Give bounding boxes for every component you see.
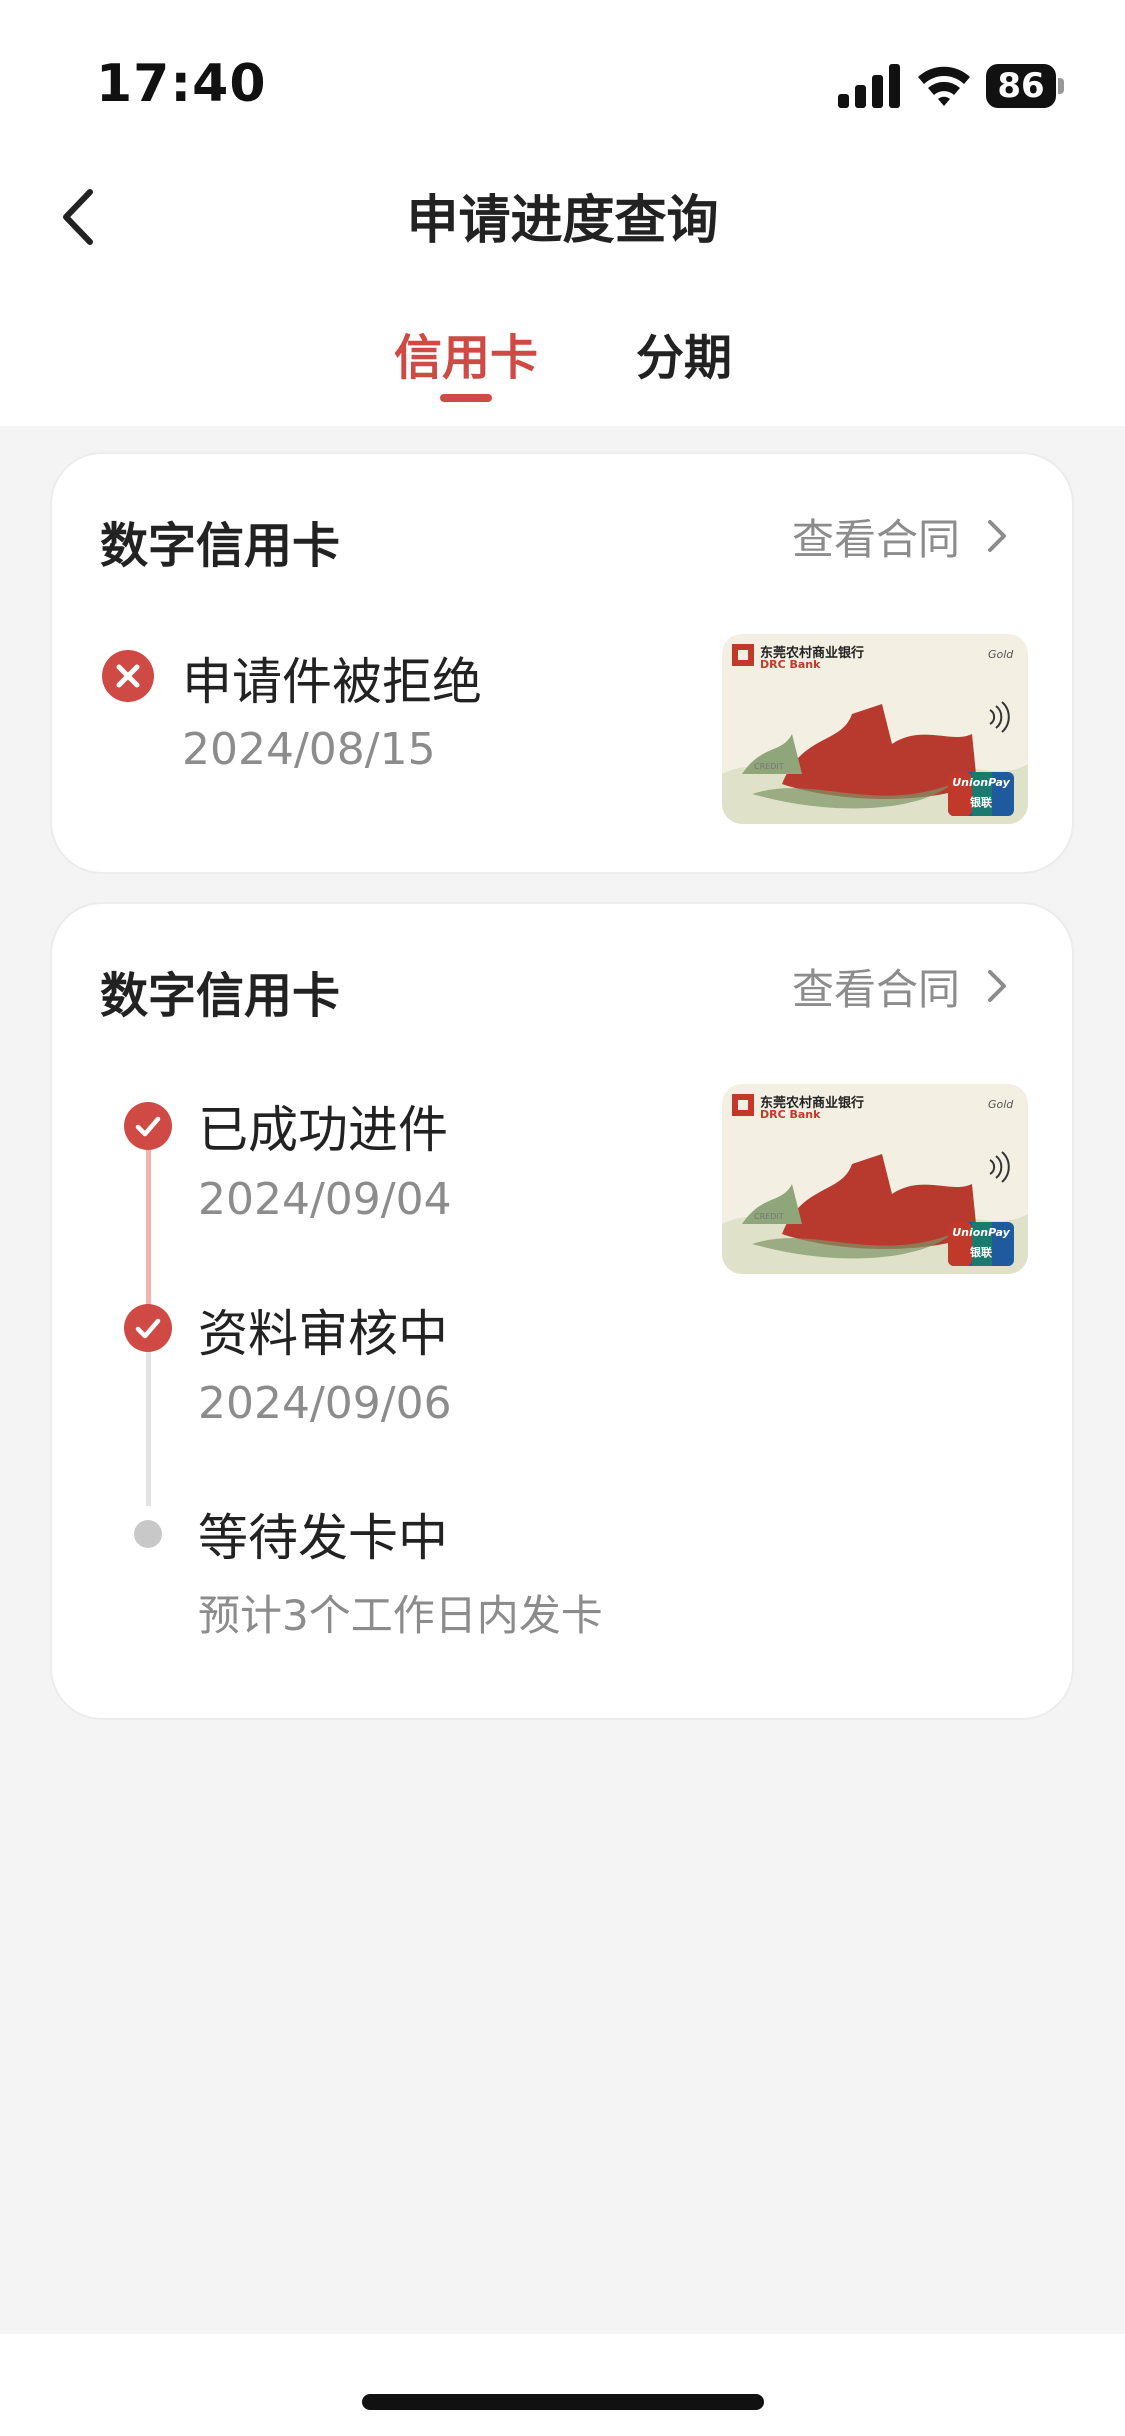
home-indicator[interactable] bbox=[362, 2394, 764, 2410]
card-network-cn: 银联 bbox=[970, 796, 992, 809]
card-network-cn: 银联 bbox=[970, 1246, 992, 1259]
card-type: CREDIT bbox=[754, 1212, 784, 1221]
timeline-connector-done bbox=[146, 1148, 151, 1306]
card-network: UnionPay bbox=[952, 776, 1010, 789]
step-label: 资料审核中 bbox=[198, 1305, 448, 1363]
step-label: 已成功进件 bbox=[198, 1101, 448, 1159]
tab-installment[interactable]: 分期 bbox=[636, 318, 732, 388]
chevron-right-icon bbox=[988, 970, 1006, 1002]
status-label: 申请件被拒绝 bbox=[182, 653, 482, 711]
close-circle-icon bbox=[102, 650, 154, 702]
header-area: 17:40 86 申请进度查询 信用卡 分期 bbox=[0, 0, 1125, 426]
card-product-title: 数字信用卡 bbox=[100, 968, 341, 1024]
battery-level: 86 bbox=[986, 64, 1056, 108]
battery-cap bbox=[1058, 78, 1064, 94]
battery-icon: 86 bbox=[986, 64, 1064, 108]
chevron-right-icon bbox=[988, 520, 1006, 552]
application-card-rejected: 数字信用卡 查看合同 申请件被拒绝 2024/08/15 东莞农村商业银行 DR… bbox=[50, 452, 1074, 874]
wifi-icon bbox=[918, 66, 970, 106]
view-contract-link[interactable]: 查看合同 bbox=[792, 506, 1012, 566]
active-tab-indicator bbox=[440, 394, 492, 402]
view-contract-label: 查看合同 bbox=[791, 514, 960, 564]
view-contract-label: 查看合同 bbox=[791, 964, 960, 1014]
timeline-connector-pending bbox=[146, 1350, 151, 1506]
cellular-signal-icon bbox=[838, 64, 900, 108]
status-time: 17:40 bbox=[96, 54, 267, 114]
card-product-title: 数字信用卡 bbox=[100, 518, 341, 574]
credit-card-image: 东莞农村商业银行 DRC Bank Gold CREDIT UnionPay 银… bbox=[722, 634, 1028, 824]
step-label: 等待发卡中 bbox=[198, 1509, 448, 1567]
check-circle-icon bbox=[124, 1304, 172, 1352]
step-date: 2024/09/04 bbox=[198, 1174, 452, 1225]
page-title: 申请进度查询 bbox=[406, 191, 719, 251]
card-bank-name-en: DRC Bank bbox=[760, 1108, 821, 1121]
card-bank-name-en: DRC Bank bbox=[760, 658, 821, 671]
card-network: UnionPay bbox=[952, 1226, 1010, 1239]
credit-card-image: 东莞农村商业银行 DRC Bank Gold CREDIT UnionPay 银… bbox=[722, 1084, 1028, 1274]
bottom-safe-area bbox=[0, 2334, 1125, 2436]
card-grade: Gold bbox=[988, 1098, 1014, 1111]
card-grade: Gold bbox=[988, 648, 1014, 661]
step-date: 2024/09/06 bbox=[198, 1378, 452, 1429]
card-type: CREDIT bbox=[754, 762, 784, 771]
check-circle-icon bbox=[124, 1102, 172, 1150]
view-contract-link[interactable]: 查看合同 bbox=[792, 956, 1012, 1016]
pending-dot-icon bbox=[134, 1520, 162, 1548]
status-date: 2024/08/15 bbox=[182, 724, 436, 775]
tab-credit-card[interactable]: 信用卡 bbox=[394, 318, 538, 388]
application-card-progress: 数字信用卡 查看合同 已成功进件 2024/09/04 资料审核中 2024/0… bbox=[50, 902, 1074, 1720]
step-note: 预计3个工作日内发卡 bbox=[198, 1591, 603, 1640]
